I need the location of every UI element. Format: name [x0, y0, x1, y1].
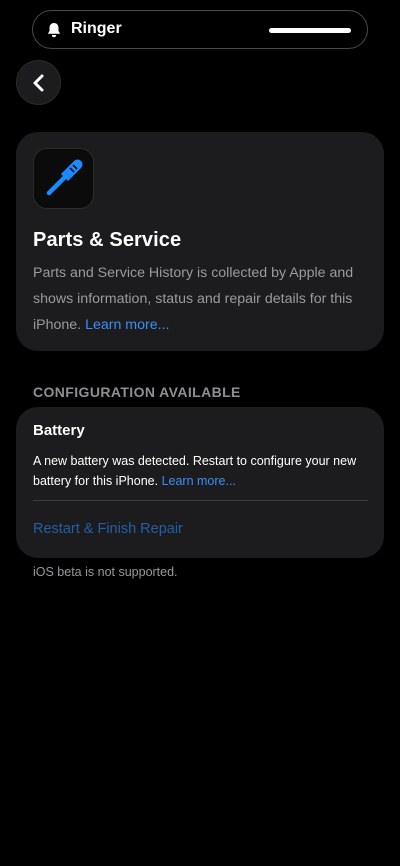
battery-title: Battery	[33, 422, 85, 439]
battery-card: Battery A new battery was detected. Rest…	[16, 407, 384, 558]
parts-learn-more-link[interactable]: Learn more...	[85, 317, 169, 333]
back-button[interactable]	[16, 60, 61, 105]
parts-service-title: Parts & Service	[33, 229, 182, 251]
section-header: CONFIGURATION AVAILABLE	[33, 384, 241, 400]
battery-learn-more-link[interactable]: Learn more...	[162, 474, 236, 488]
parts-service-description: Parts and Service History is collected b…	[33, 260, 373, 338]
battery-description: A new battery was detected. Restart to c…	[33, 451, 378, 491]
divider	[33, 500, 368, 501]
screwdriver-icon	[46, 159, 83, 196]
parts-service-description-text: Parts and Service History is collected b…	[33, 265, 354, 333]
volume-level-bar	[269, 28, 351, 33]
parts-service-card: Parts & Service Parts and Service Histor…	[16, 132, 384, 351]
chevron-left-icon	[33, 74, 43, 91]
footer-note: iOS beta is not supported.	[33, 565, 178, 579]
ringer-label: Ringer	[71, 20, 122, 37]
parts-service-app-icon	[33, 148, 94, 209]
bell-icon	[47, 22, 61, 38]
restart-finish-repair-button[interactable]: Restart & Finish Repair	[33, 521, 183, 537]
ringer-indicator: Ringer	[32, 10, 368, 49]
